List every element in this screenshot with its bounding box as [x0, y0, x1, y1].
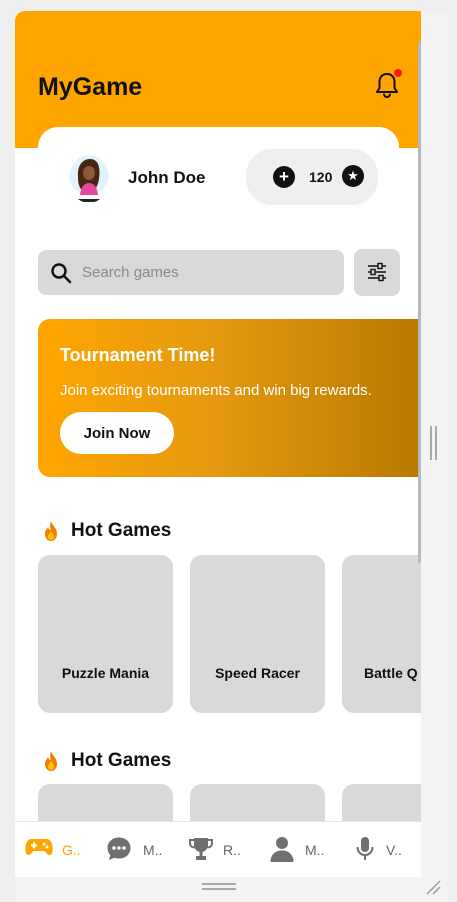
- avatar[interactable]: [69, 155, 109, 203]
- banner-title: Tournament Time!: [60, 345, 216, 365]
- star-icon: ★: [342, 165, 364, 187]
- user-name: John Doe: [128, 168, 206, 187]
- nav-label: G..: [62, 842, 81, 858]
- bottom-resize-handle[interactable]: [202, 883, 236, 890]
- tournament-banner: Tournament Time! Join exciting tournamen…: [38, 319, 421, 477]
- scrollbar[interactable]: [418, 41, 421, 563]
- person-icon: [270, 837, 294, 862]
- nav-label: M..: [305, 842, 325, 858]
- search-input[interactable]: [82, 250, 332, 295]
- trophy-icon: [189, 838, 213, 860]
- nav-label: R..: [223, 842, 241, 858]
- nav-item-profile[interactable]: M..: [269, 834, 329, 864]
- banner-text: Join exciting tournaments and win big re…: [60, 382, 372, 399]
- fire-icon: [45, 751, 57, 771]
- app-window: MyGame John Doe + 120 ★ Search games Tou…: [15, 11, 447, 902]
- game-title: Puzzle Mania: [61, 665, 150, 681]
- game-title: Speed Racer: [215, 665, 300, 681]
- nav-item-rankings[interactable]: R..: [188, 834, 248, 864]
- coin-count: 120: [309, 169, 333, 185]
- nav-label: V..: [386, 842, 402, 858]
- nav-item-voice[interactable]: V..: [355, 834, 415, 864]
- notification-dot: [394, 69, 402, 77]
- gamepad-icon: [25, 839, 53, 855]
- game-title: Battle Q: [364, 665, 418, 681]
- search-bar: [38, 250, 344, 295]
- nav-item-messages[interactable]: M..: [106, 834, 166, 864]
- add-coins-icon[interactable]: +: [273, 166, 295, 188]
- game-card[interactable]: Puzzle Mania: [38, 555, 173, 713]
- side-resize-handle[interactable]: [430, 426, 438, 460]
- corner-resize-icon[interactable]: [425, 879, 441, 895]
- filter-button[interactable]: [354, 249, 400, 296]
- nav-item-games[interactable]: G..: [25, 834, 95, 864]
- coin-balance: + 120 ★: [246, 149, 378, 205]
- bottom-nav: G.. M.. R.. M.. V..: [15, 821, 421, 877]
- section-title: Hot Games: [71, 750, 172, 771]
- microphone-icon: [356, 837, 374, 860]
- chat-icon: [107, 837, 131, 860]
- join-now-button[interactable]: Join Now: [60, 412, 174, 454]
- sliders-icon: [368, 262, 386, 282]
- fire-icon: [45, 521, 57, 541]
- app-title: MyGame: [38, 73, 143, 101]
- game-card[interactable]: Speed Racer: [190, 555, 325, 713]
- search-icon: [51, 263, 72, 284]
- game-card[interactable]: Battle Q: [342, 555, 421, 713]
- app-screen: MyGame John Doe + 120 ★ Search games Tou…: [15, 11, 421, 877]
- nav-label: M..: [143, 842, 163, 858]
- section-title: Hot Games: [71, 520, 172, 541]
